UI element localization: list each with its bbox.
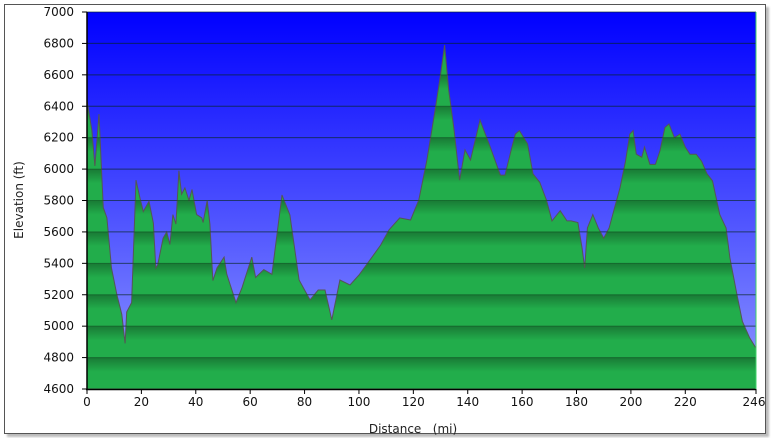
y-tick-label: 6600	[43, 68, 74, 82]
elevation-chart: 4600 4800 5000 5200 5400 5600 5800 6000 6200 6400…	[12, 5, 766, 436]
x-tick-label: 220	[674, 395, 697, 409]
y-tick-label: 5200	[43, 288, 74, 302]
x-tick-label: 200	[619, 395, 642, 409]
x-tick-label: 60	[243, 395, 258, 409]
y-axis-label: Elevation (ft)	[12, 161, 26, 239]
x-tick-label: 140	[456, 395, 479, 409]
x-tick-label: 100	[347, 395, 370, 409]
y-tick-label: 5400	[43, 256, 74, 270]
y-tick-label: 4800	[43, 351, 74, 365]
y-tick-label: 5800	[43, 194, 74, 208]
y-tick-label: 6800	[43, 36, 74, 50]
x-axis-label: Distance (mi)	[369, 422, 457, 436]
x-tick-label: 160	[511, 395, 534, 409]
y-tick-label: 7000	[43, 5, 74, 19]
x-tick-label: 246	[743, 395, 766, 409]
x-tick-label: 20	[134, 395, 149, 409]
y-tick-label: 6200	[43, 131, 74, 145]
x-tick-label: 40	[188, 395, 203, 409]
y-tick-label: 4600	[43, 382, 74, 396]
x-tick-label: 0	[83, 395, 91, 409]
y-tick-label: 6000	[43, 162, 74, 176]
y-tick-label: 6400	[43, 99, 74, 113]
x-tick-label: 180	[565, 395, 588, 409]
y-tick-label: 5000	[43, 319, 74, 333]
y-tick-label: 5600	[43, 225, 74, 239]
x-tick-label: 80	[297, 395, 312, 409]
x-tick-label: 120	[402, 395, 425, 409]
